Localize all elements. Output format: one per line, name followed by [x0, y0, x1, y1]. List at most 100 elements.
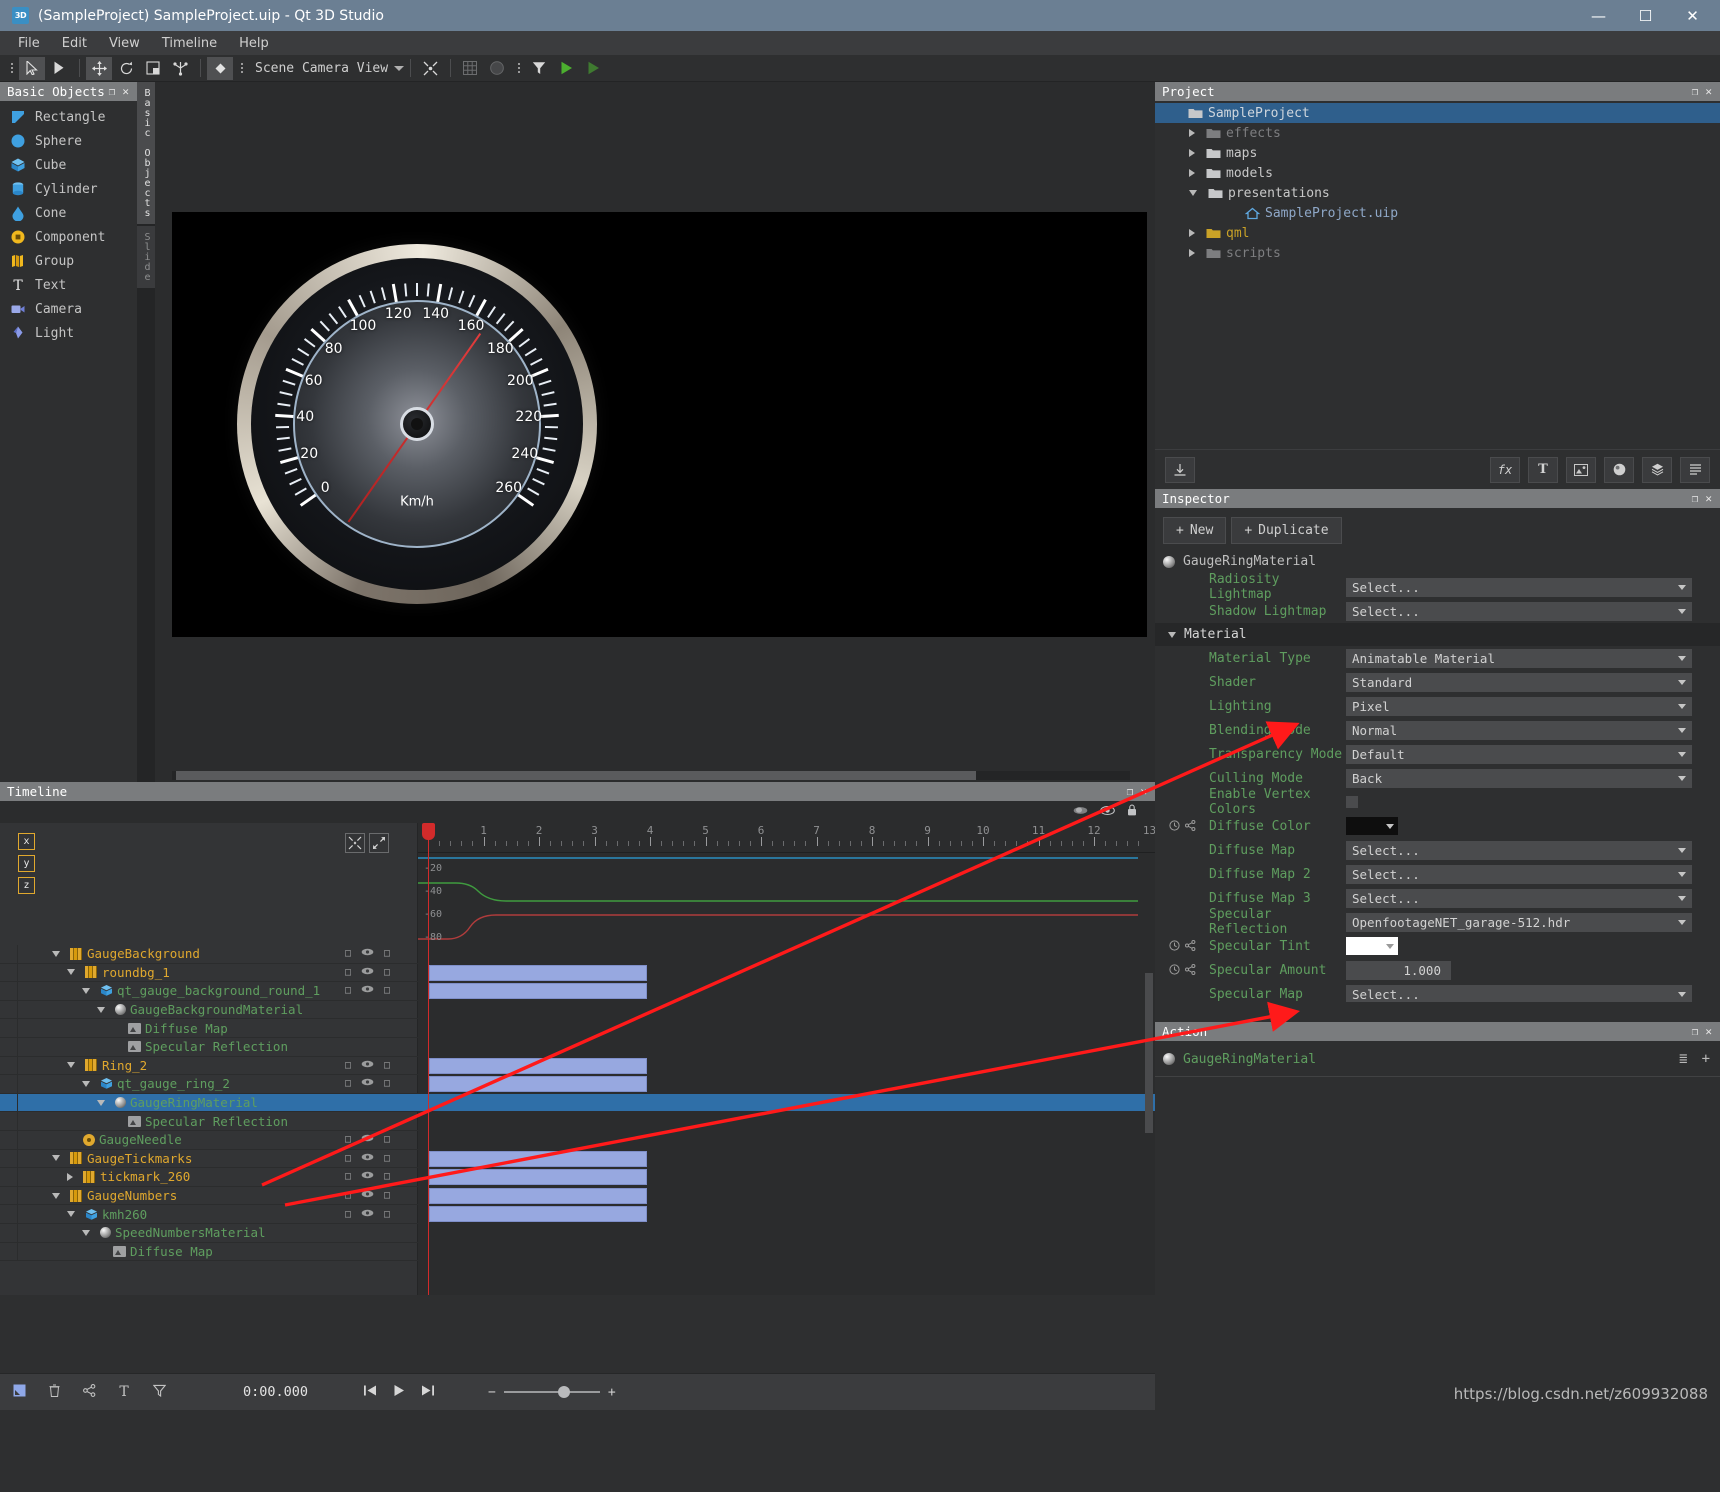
timeline-row[interactable]: SpeedNumbersMaterial [0, 1224, 418, 1243]
chevron-right-icon[interactable] [1189, 149, 1195, 157]
list-icon[interactable]: ≣ [1679, 1051, 1687, 1067]
timeline-row[interactable]: Specular Reflection [0, 1112, 418, 1131]
clock-icon[interactable] [1169, 940, 1180, 953]
combo-shader[interactable]: Standard [1346, 673, 1692, 692]
basic-object-component[interactable]: Component [0, 225, 137, 249]
chevron-right-icon[interactable] [67, 1173, 73, 1181]
link-icon[interactable] [80, 1384, 98, 1401]
shy-toggle[interactable]: □ [345, 1209, 351, 1220]
viewport-hscrollbar[interactable] [172, 771, 1130, 780]
close-icon[interactable]: ✕ [1140, 786, 1147, 797]
maximize-button[interactable]: ☐ [1622, 0, 1669, 31]
color-swatch-diffuse[interactable] [1346, 817, 1398, 835]
minimize-button[interactable]: — [1575, 0, 1622, 31]
timeline-bar-row[interactable] [418, 1187, 1155, 1206]
clock-icon[interactable] [1169, 820, 1180, 833]
combo-material-type[interactable]: Animatable Material [1346, 649, 1692, 668]
chevron-down-icon[interactable] [97, 1100, 105, 1106]
shy-toggle[interactable]: □ [345, 1171, 351, 1182]
import-icon[interactable] [1165, 457, 1195, 483]
chevron-down-icon[interactable] [1189, 190, 1197, 196]
duplicate-button[interactable]: + Duplicate [1231, 517, 1341, 544]
project-tree-item-qml[interactable]: qml [1155, 223, 1720, 243]
timeline-row[interactable]: GaugeTickmarks□□ [0, 1150, 418, 1169]
project-tree-item-models[interactable]: models [1155, 163, 1720, 183]
lock-toggle[interactable]: □ [384, 948, 390, 959]
timeline-row[interactable]: kmh260□□ [0, 1205, 418, 1224]
material-icon[interactable] [1604, 457, 1634, 483]
shy-toggle[interactable]: □ [345, 1060, 351, 1071]
lock-toggle[interactable]: □ [384, 1153, 390, 1164]
menu-timeline[interactable]: Timeline [151, 33, 228, 54]
timeline-bar-row[interactable] [418, 982, 1155, 1001]
preview-icon[interactable] [580, 57, 606, 80]
basic-object-cylinder[interactable]: Cylinder [0, 177, 137, 201]
project-tree-item-sampleproject[interactable]: SampleProject.uip [1155, 203, 1720, 223]
mesh-icon[interactable] [1642, 457, 1672, 483]
timeline-row[interactable]: GaugeRingMaterial [0, 1094, 418, 1113]
combo-blending-mode[interactable]: Normal [1346, 721, 1692, 740]
timeline-row[interactable]: tickmark_260□□ [0, 1168, 418, 1187]
timeline-bar-row[interactable] [418, 1057, 1155, 1076]
scene-viewport[interactable]: 020406080100120140160180200220240260 Km/… [155, 82, 1155, 782]
project-tree-item-scripts[interactable]: scripts [1155, 243, 1720, 263]
timeline-row[interactable]: qt_gauge_background_round_1□□ [0, 982, 418, 1001]
timeline-bar-row[interactable] [418, 1094, 1155, 1113]
rotate-icon[interactable] [113, 57, 139, 80]
color-swatch-specular-tint[interactable] [1346, 937, 1398, 955]
move-icon[interactable] [86, 57, 112, 80]
timeline-zoom-slider[interactable]: − + [488, 1385, 616, 1400]
basic-object-text[interactable]: TText [0, 273, 137, 297]
chevron-right-icon[interactable] [1189, 229, 1195, 237]
shy-toggle[interactable]: □ [345, 1153, 351, 1164]
timeline-bar[interactable] [429, 983, 647, 999]
chevron-right-icon[interactable] [1189, 169, 1195, 177]
chevron-down-icon[interactable] [82, 1230, 90, 1236]
zoom-out-button[interactable]: − [488, 1385, 496, 1400]
keyframe-icon[interactable] [207, 57, 233, 80]
chevron-down-icon[interactable] [67, 1062, 75, 1068]
lock-toggle[interactable]: □ [384, 1060, 390, 1071]
timeline-bar-row[interactable] [418, 1224, 1155, 1243]
timeline-bar-row[interactable] [418, 1001, 1155, 1020]
menu-help[interactable]: Help [228, 33, 280, 54]
lock-icon[interactable] [1127, 804, 1137, 820]
eye-icon[interactable] [361, 985, 374, 996]
filter-icon[interactable] [150, 1384, 168, 1401]
keyframe-icon[interactable] [10, 1384, 28, 1401]
chevron-down-icon[interactable] [97, 1007, 105, 1013]
timeline-bar-row[interactable] [418, 1168, 1155, 1187]
timeline-row[interactable]: roundbg_1□□ [0, 964, 418, 983]
delete-icon[interactable] [45, 1384, 63, 1401]
go-to-start-button[interactable] [363, 1384, 377, 1401]
link-icon[interactable] [1185, 964, 1196, 977]
close-icon[interactable]: ✕ [1705, 1026, 1712, 1037]
timeline-bar-row[interactable] [418, 1243, 1155, 1262]
vtab-basic-objects[interactable]: Basic Objects [137, 82, 155, 224]
chevron-down-icon[interactable] [82, 1081, 90, 1087]
combo-diffuse-map-2[interactable]: Select... [1346, 865, 1692, 884]
chevron-right-icon[interactable] [1189, 249, 1195, 257]
grid-icon[interactable] [457, 57, 483, 80]
timeline-row[interactable]: Ring_2□□ [0, 1057, 418, 1076]
chevron-down-icon[interactable] [67, 1211, 75, 1217]
behavior-icon[interactable] [1680, 457, 1710, 483]
axis-button-x[interactable]: x [18, 833, 35, 850]
vtab-slide[interactable]: Slide [137, 226, 155, 288]
new-button[interactable]: + New [1163, 517, 1226, 544]
timeline-row[interactable]: GaugeBackground□□ [0, 945, 418, 964]
timeline-bar-row[interactable] [418, 1131, 1155, 1150]
link-icon[interactable] [1185, 940, 1196, 953]
timeline-vscrollbar[interactable] [1145, 973, 1153, 1133]
shy-toggle[interactable]: □ [345, 985, 351, 996]
timeline-tracks[interactable]: 12345678910111213 -20 -40 -60 -80 [418, 823, 1155, 1295]
combo-diffuse-map-3[interactable]: Select... [1346, 889, 1692, 908]
timeline-bar-row[interactable] [418, 945, 1155, 964]
eye-icon[interactable] [361, 967, 374, 978]
local-global-icon[interactable] [167, 57, 193, 80]
basic-object-rectangle[interactable]: Rectangle [0, 105, 137, 129]
close-icon[interactable]: ✕ [1705, 493, 1712, 504]
project-tree-item-effects[interactable]: effects [1155, 123, 1720, 143]
timeline-bar-row[interactable] [418, 1075, 1155, 1094]
combo-radiosity-lightmap[interactable]: Select... [1346, 578, 1692, 597]
